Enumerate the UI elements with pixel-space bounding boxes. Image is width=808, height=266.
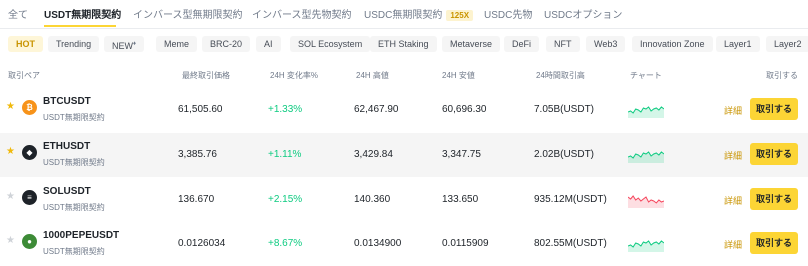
category-filter-chips: HOT Trending NEW♦ Meme BRC-20 AI SOL Eco… — [0, 33, 808, 55]
table-header: 取引ペア 最終取引価格 24H 変化率% 24H 高値 24H 安値 24時間取… — [0, 64, 808, 84]
detail-link[interactable]: 詳細 — [724, 238, 742, 251]
header-chart: チャート — [630, 71, 662, 80]
chip-innovation-zone[interactable]: Innovation Zone — [632, 36, 713, 52]
low-price: 60,696.30 — [442, 104, 487, 115]
tab-usdc-futures[interactable]: USDC先物 — [484, 6, 532, 21]
detail-link[interactable]: 詳細 — [724, 149, 742, 162]
favorite-star-icon[interactable]: ★ — [6, 235, 15, 246]
table-row[interactable]: ★ ₿ BTCUSDT USDT無期限契約 61,505.60 +1.33% 6… — [0, 88, 808, 132]
chip-trending[interactable]: Trending — [48, 36, 100, 52]
sparkline-chart — [628, 195, 664, 208]
chip-defi[interactable]: DeFi — [504, 36, 540, 52]
sparkline-chart — [628, 106, 664, 118]
volume: 935.12M(USDT) — [534, 194, 607, 205]
volume: 802.55M(USDT) — [534, 238, 607, 249]
contract-type: USDT無期限契約 — [43, 247, 105, 256]
high-price: 62,467.90 — [354, 104, 399, 115]
pair-symbol[interactable]: SOLUSDT — [43, 186, 91, 197]
contract-type-tabs: 全て USDT無期限契約 インバース型無期限契約 インバース型先物契約 USDC… — [0, 0, 808, 29]
chip-layer1[interactable]: Layer1 — [716, 36, 760, 52]
tab-usdt-perpetual[interactable]: USDT無期限契約 — [44, 6, 121, 21]
pair-symbol[interactable]: BTCUSDT — [43, 96, 91, 107]
table-row[interactable]: ★ ≡ SOLUSDT USDT無期限契約 136.670 +2.15% 140… — [0, 178, 808, 222]
chip-new-label: NEW — [112, 41, 133, 51]
detail-link[interactable]: 詳細 — [724, 194, 742, 207]
chip-new[interactable]: NEW♦ — [104, 36, 145, 52]
active-tab-indicator — [44, 25, 116, 27]
btc-coin-icon: ₿ — [22, 100, 37, 115]
favorite-star-icon[interactable]: ★ — [6, 191, 15, 202]
table-row[interactable]: ★ ◆ ETHUSDT USDT無期限契約 3,385.76 +1.11% 3,… — [0, 133, 808, 177]
chip-metaverse[interactable]: Metaverse — [442, 36, 501, 52]
favorite-star-icon[interactable]: ★ — [6, 101, 15, 112]
last-price: 3,385.76 — [178, 149, 217, 160]
change-percent: +1.11% — [268, 149, 302, 160]
header-change[interactable]: 24H 変化率% — [270, 70, 318, 81]
eth-coin-icon: ◆ — [22, 145, 37, 160]
tab-all[interactable]: 全て — [8, 6, 28, 21]
header-high[interactable]: 24H 高値 — [356, 70, 389, 81]
trade-button[interactable]: 取引する — [750, 232, 798, 254]
last-price: 136.670 — [178, 194, 215, 205]
volume: 7.05B(USDT) — [534, 104, 595, 115]
high-price: 140.360 — [354, 194, 391, 205]
sparkline-chart — [628, 240, 664, 252]
header-volume[interactable]: 24時間取引高 — [536, 70, 585, 81]
volume: 2.02B(USDT) — [534, 149, 595, 160]
table-row[interactable]: ★ ● 1000PEPEUSDT USDT無期限契約 0.0126034 +8.… — [0, 222, 808, 266]
chip-web3[interactable]: Web3 — [586, 36, 626, 52]
tab-usdc-perpetual[interactable]: USDC無期限契約 125X — [364, 6, 474, 21]
header-last-price[interactable]: 最終取引価格 — [182, 70, 230, 81]
leverage-badge: 125X — [446, 10, 474, 21]
favorite-star-icon[interactable]: ★ — [6, 146, 15, 157]
chip-sol-ecosystem[interactable]: SOL Ecosystem — [290, 36, 371, 52]
tab-inverse-futures[interactable]: インバース型先物契約 — [252, 6, 352, 21]
chip-meme[interactable]: Meme — [156, 36, 198, 52]
contract-type: USDT無期限契約 — [43, 203, 105, 212]
last-price: 61,505.60 — [178, 104, 223, 115]
high-price: 0.0134900 — [354, 238, 402, 249]
contract-type: USDT無期限契約 — [43, 158, 105, 167]
chip-layer2[interactable]: Layer2 — [766, 36, 808, 52]
pair-symbol[interactable]: 1000PEPEUSDT — [43, 230, 119, 241]
low-price: 3,347.75 — [442, 149, 481, 160]
last-price: 0.0126034 — [178, 238, 226, 249]
trade-button[interactable]: 取引する — [750, 143, 798, 165]
new-mark-icon: ♦ — [133, 41, 137, 47]
change-percent: +8.67% — [268, 238, 303, 249]
chip-nft[interactable]: NFT — [546, 36, 580, 52]
chip-brc20[interactable]: BRC-20 — [202, 36, 251, 52]
tab-usdc-perpetual-label: USDC無期限契約 — [364, 10, 443, 21]
pair-symbol[interactable]: ETHUSDT — [43, 141, 90, 152]
trade-button[interactable]: 取引する — [750, 188, 798, 210]
low-price: 0.0115909 — [442, 238, 489, 249]
header-pair[interactable]: 取引ペア — [8, 70, 40, 81]
change-percent: +1.33% — [268, 104, 303, 115]
high-price: 3,429.84 — [354, 149, 393, 160]
chip-eth-staking[interactable]: ETH Staking — [370, 36, 437, 52]
header-action: 取引する — [766, 71, 798, 80]
tab-inverse-perpetual[interactable]: インバース型無期限契約 — [133, 6, 243, 21]
chip-ai[interactable]: AI — [256, 36, 281, 52]
change-percent: +2.15% — [268, 194, 303, 205]
detail-link[interactable]: 詳細 — [724, 104, 742, 117]
contract-type: USDT無期限契約 — [43, 113, 105, 122]
pepe-coin-icon: ● — [22, 234, 37, 249]
trade-button[interactable]: 取引する — [750, 98, 798, 120]
low-price: 133.650 — [442, 194, 479, 205]
sparkline-chart — [628, 151, 664, 163]
tab-usdc-options[interactable]: USDCオプション — [544, 6, 622, 21]
chip-hot[interactable]: HOT — [8, 36, 43, 52]
sol-coin-icon: ≡ — [22, 190, 37, 205]
header-low[interactable]: 24H 安値 — [442, 70, 475, 81]
